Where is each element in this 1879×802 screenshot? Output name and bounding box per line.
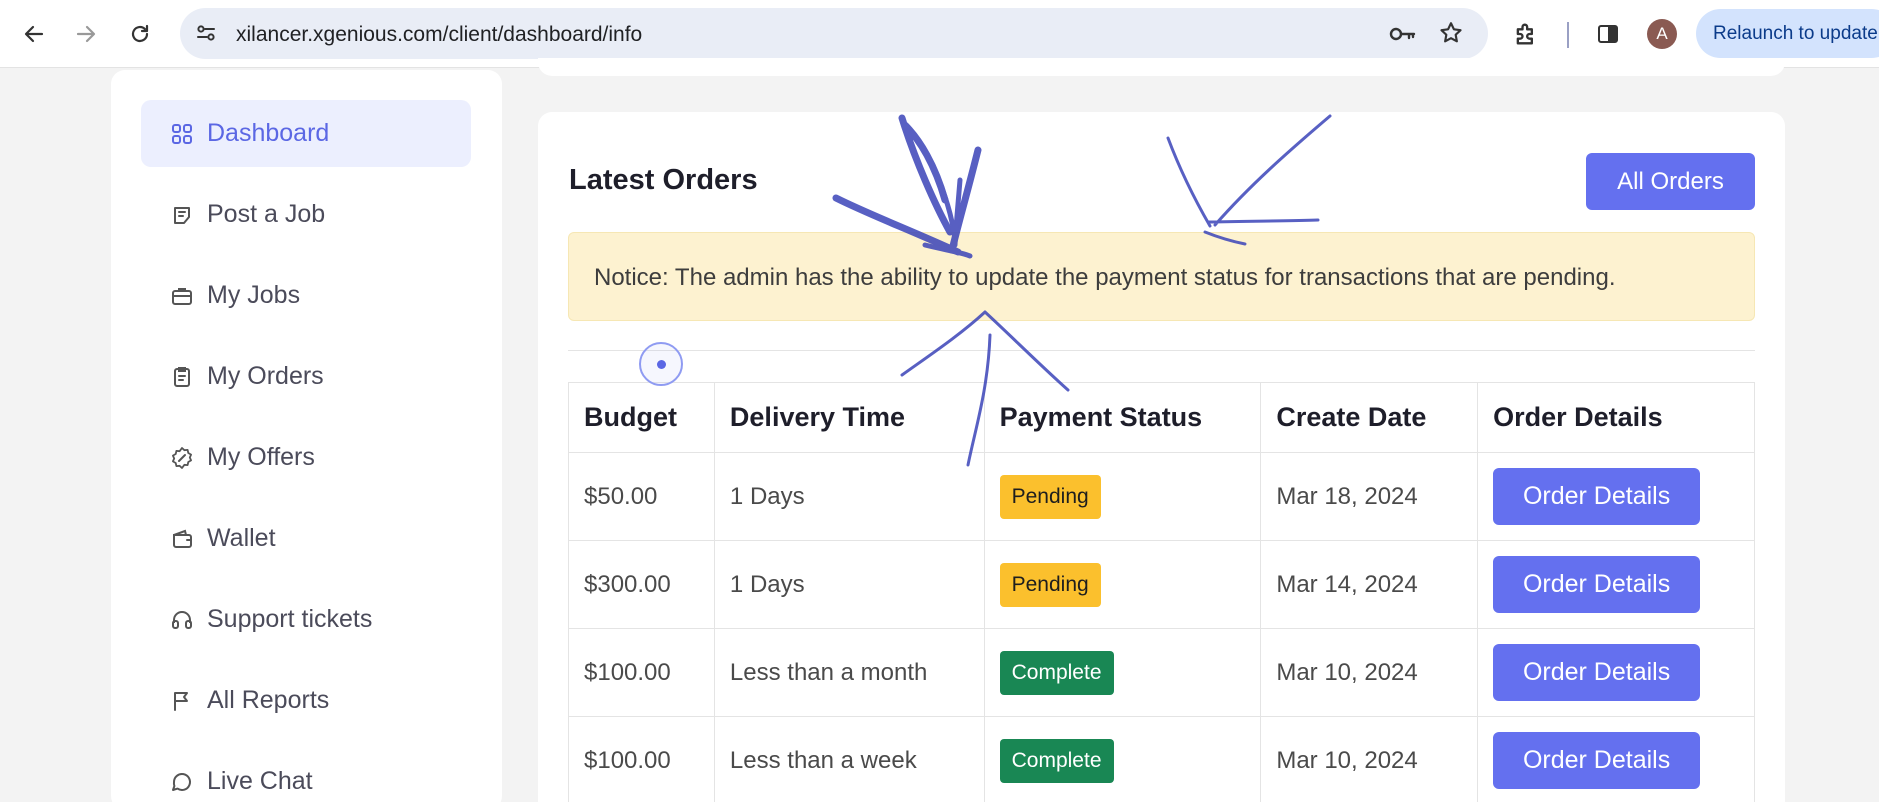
site-settings-icon[interactable] xyxy=(194,21,218,45)
table-header-row: Budget Delivery Time Payment Status Crea… xyxy=(568,382,1755,453)
address-bar[interactable]: xilancer.xgenious.com/client/dashboard/i… xyxy=(180,8,1488,59)
arrow-left-icon xyxy=(24,25,44,43)
delivery-cell: Less than a week xyxy=(713,716,985,802)
url-text[interactable]: xilancer.xgenious.com/client/dashboard/i… xyxy=(236,23,642,47)
orders-table: Budget Delivery Time Payment Status Crea… xyxy=(568,382,1755,802)
clipboard-icon xyxy=(169,364,195,390)
order-details-button[interactable]: Order Details xyxy=(1493,556,1701,613)
relaunch-button[interactable]: Relaunch to update xyxy=(1696,9,1879,58)
sidebar-item-label: My Jobs xyxy=(207,281,301,309)
chat-bubble-icon xyxy=(169,769,195,795)
delivery-cell: 1 Days xyxy=(713,452,985,541)
forward-button[interactable] xyxy=(66,14,106,54)
headset-icon xyxy=(169,607,195,633)
sidebar-item-label: My Offers xyxy=(207,443,315,471)
badge-percent-icon xyxy=(169,445,195,471)
sidebar-item-my-orders[interactable]: My Orders xyxy=(141,343,471,410)
sidebar-item-my-jobs[interactable]: My Jobs xyxy=(141,262,471,329)
column-header-create-date: Create Date xyxy=(1260,382,1479,453)
date-cell: Mar 10, 2024 xyxy=(1260,716,1479,802)
delivery-cell: 1 Days xyxy=(713,540,985,629)
previous-card-edge xyxy=(538,58,1785,76)
sidebar-item-label: All Reports xyxy=(207,686,330,714)
profile-avatar[interactable]: A xyxy=(1647,19,1677,49)
table-row: $300.00 1 Days Pending Mar 14, 2024 Orde… xyxy=(568,540,1755,629)
sidebar-item-support-tickets[interactable]: Support tickets xyxy=(141,586,471,653)
date-cell: Mar 10, 2024 xyxy=(1260,628,1479,717)
status-badge: Complete xyxy=(999,650,1114,695)
sidebar-item-label: Wallet xyxy=(207,524,276,552)
sidebar-item-label: Live Chat xyxy=(207,767,313,795)
sidebar-item-label: Dashboard xyxy=(207,119,330,147)
briefcase-icon xyxy=(169,283,195,309)
budget-cell: $50.00 xyxy=(568,452,715,541)
column-header-order-details: Order Details xyxy=(1477,382,1755,453)
post-job-icon xyxy=(169,202,195,228)
column-header-payment-status: Payment Status xyxy=(983,382,1262,453)
sidebar: Dashboard Post a Job My Jobs My Orders M… xyxy=(111,70,502,802)
sidebar-item-all-reports[interactable]: All Reports xyxy=(141,667,471,734)
notice-banner: Notice: The admin has the ability to upd… xyxy=(568,232,1755,321)
status-badge: Pending xyxy=(999,562,1101,607)
wallet-icon xyxy=(169,526,195,552)
toolbar-divider xyxy=(1567,22,1569,48)
column-header-delivery-time: Delivery Time xyxy=(713,382,985,453)
sidebar-item-my-offers[interactable]: My Offers xyxy=(141,424,471,491)
cursor-indicator xyxy=(639,342,683,386)
table-row: $100.00 Less than a week Complete Mar 10… xyxy=(568,716,1755,802)
column-header-budget: Budget xyxy=(568,382,715,453)
order-details-button[interactable]: Order Details xyxy=(1493,644,1701,701)
all-orders-button[interactable]: All Orders xyxy=(1586,153,1755,210)
table-row: $50.00 1 Days Pending Mar 18, 2024 Order… xyxy=(568,452,1755,541)
latest-orders-card: Latest Orders All Orders Notice: The adm… xyxy=(538,112,1785,802)
date-cell: Mar 14, 2024 xyxy=(1260,540,1479,629)
sidebar-item-live-chat[interactable]: Live Chat xyxy=(141,748,471,802)
reload-icon xyxy=(131,24,149,43)
budget-cell: $300.00 xyxy=(568,540,715,629)
card-title: Latest Orders xyxy=(569,164,758,196)
side-panel-icon[interactable] xyxy=(1596,22,1620,46)
sidebar-item-label: Support tickets xyxy=(207,605,373,633)
extensions-puzzle-icon[interactable] xyxy=(1512,20,1540,48)
sidebar-item-label: Post a Job xyxy=(207,200,326,228)
table-row: $100.00 Less than a month Complete Mar 1… xyxy=(568,628,1755,717)
back-button[interactable] xyxy=(14,14,54,54)
delivery-cell: Less than a month xyxy=(713,628,985,717)
order-details-button[interactable]: Order Details xyxy=(1493,732,1701,789)
arrow-right-icon xyxy=(76,25,96,43)
bookmark-star-icon[interactable] xyxy=(1438,20,1464,46)
budget-cell: $100.00 xyxy=(568,716,715,802)
flag-icon xyxy=(169,688,195,714)
sidebar-item-label: My Orders xyxy=(207,362,324,390)
sidebar-item-dashboard[interactable]: Dashboard xyxy=(141,100,471,167)
status-badge: Pending xyxy=(999,474,1101,519)
divider xyxy=(568,350,1755,351)
order-details-button[interactable]: Order Details xyxy=(1493,468,1701,525)
reload-button[interactable] xyxy=(120,14,160,54)
password-key-icon[interactable] xyxy=(1388,22,1416,46)
status-badge: Complete xyxy=(999,738,1114,783)
grid-icon xyxy=(169,121,195,147)
sidebar-item-wallet[interactable]: Wallet xyxy=(141,505,471,572)
date-cell: Mar 18, 2024 xyxy=(1260,452,1479,541)
sidebar-item-post-a-job[interactable]: Post a Job xyxy=(141,181,471,248)
budget-cell: $100.00 xyxy=(568,628,715,717)
